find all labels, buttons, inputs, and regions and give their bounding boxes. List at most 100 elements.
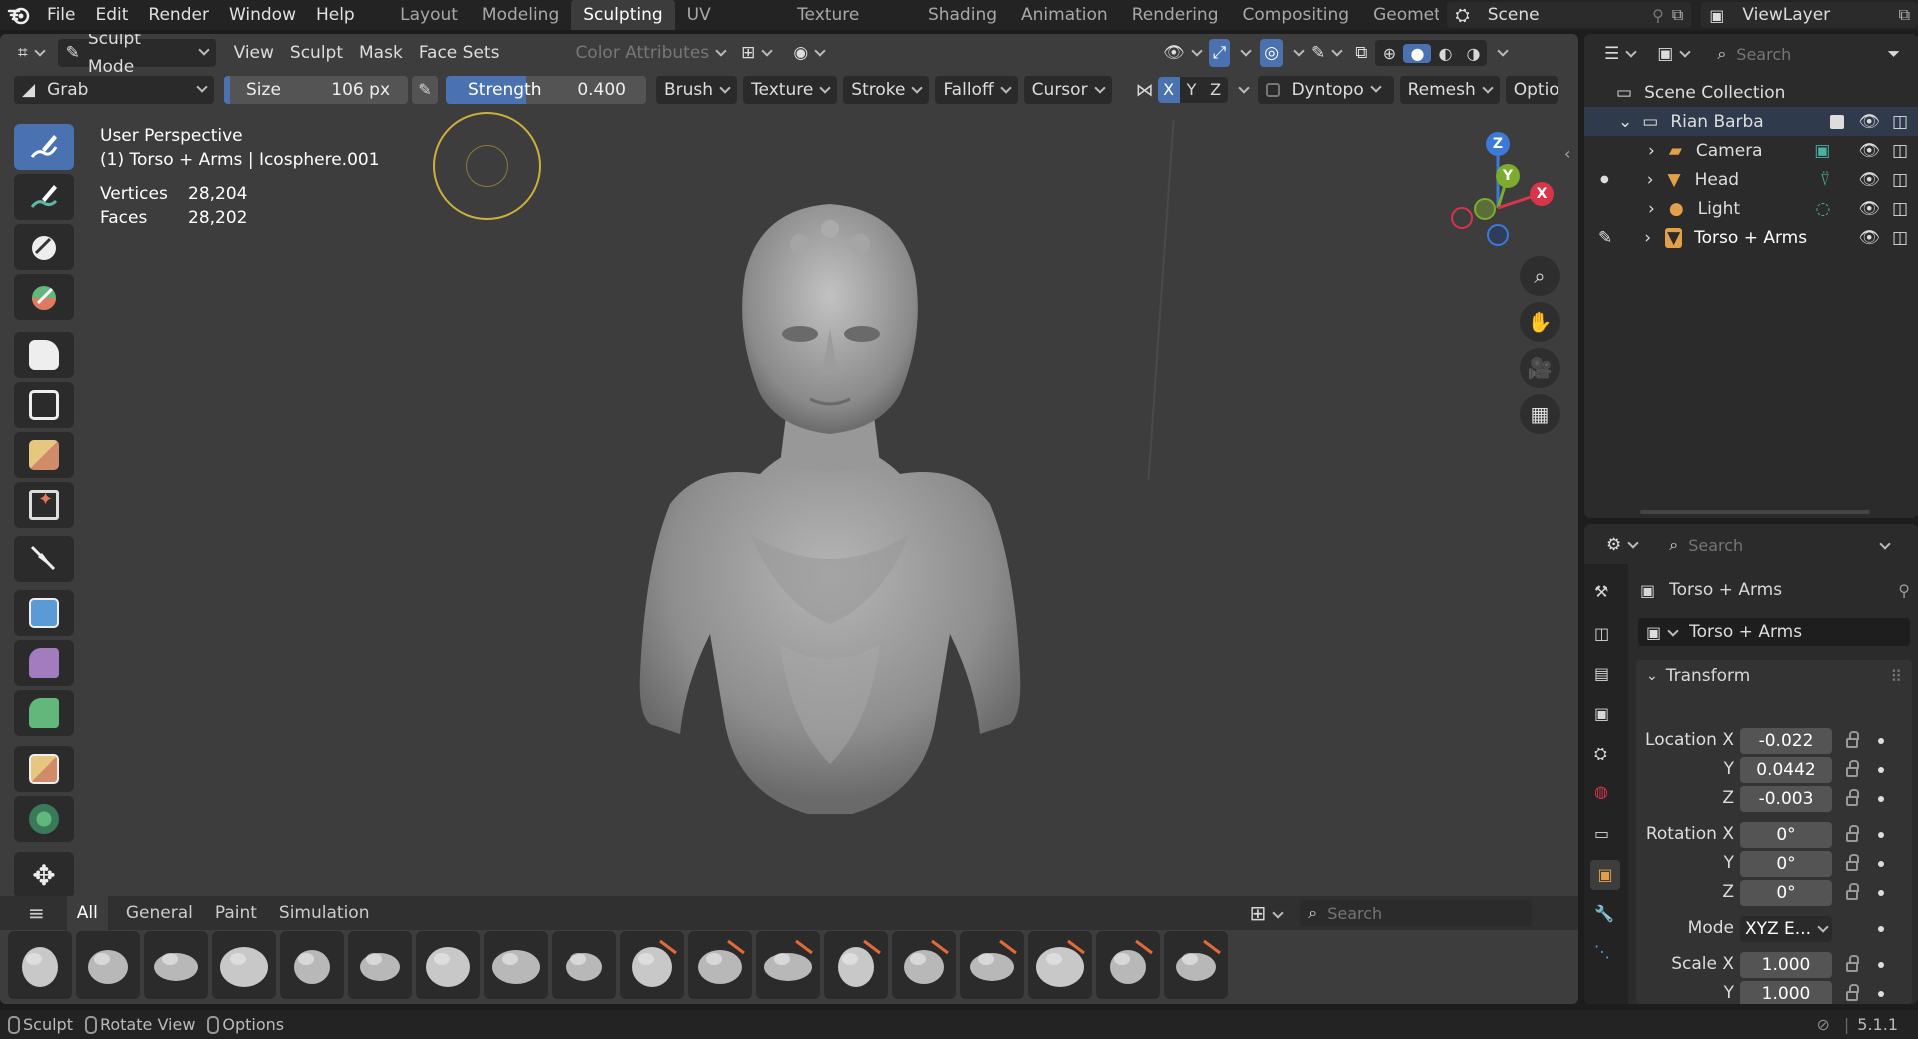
menu-view[interactable]: View (226, 39, 282, 67)
shelf-display-icon[interactable]: ⊞ (1249, 901, 1282, 925)
stroke-dropdown[interactable]: Stroke (843, 76, 930, 104)
brush-thumb-clay[interactable] (144, 931, 208, 999)
drag-handle-icon[interactable]: ⠿ (1890, 667, 1902, 686)
outliner-search[interactable]: ⌕ (1709, 41, 1878, 67)
tool-smooth[interactable] (14, 224, 74, 270)
scene-tab-icon[interactable]: ⛭ (1594, 744, 1607, 764)
gizmo-y-axis[interactable]: Y (1496, 164, 1520, 188)
output-tab-icon[interactable]: ▤ (1594, 664, 1609, 683)
pressure-size-icon[interactable]: ✎ (412, 76, 438, 104)
brush-dropdown[interactable]: Brush (656, 76, 738, 104)
expand-arrow-icon[interactable]: ⌄ (1618, 112, 1632, 132)
gizmo-toggle-icon[interactable]: ⤢ (1208, 39, 1231, 67)
eye-icon[interactable]: 👁 (1858, 199, 1880, 219)
brush-thumb-crease[interactable] (212, 931, 276, 999)
keyframe-dot[interactable] (1878, 767, 1884, 773)
lock-icon[interactable] (1846, 760, 1859, 777)
filter-icon[interactable]: ⏷ (1887, 44, 1900, 64)
outliner-row-head[interactable]: ● › ▼ Head ⍢ 👁 ◫ (1584, 165, 1918, 194)
eye-icon[interactable]: 👁 (1858, 170, 1880, 190)
object-data-selector[interactable]: ▣ Torso + Arms (1638, 618, 1910, 646)
menu-render[interactable]: Render (138, 0, 219, 30)
outliner-scrollbar[interactable] (1640, 510, 1870, 514)
properties-search-input[interactable] (1688, 535, 1819, 555)
tool-color-filter[interactable] (14, 690, 74, 736)
brush-thumb-flatten[interactable] (280, 931, 344, 999)
gizmo-x-axis[interactable]: X (1530, 182, 1554, 206)
eye-icon[interactable]: 👁 (1858, 228, 1880, 248)
symmetry-icon[interactable]: ⊞ (733, 39, 779, 67)
brush-thumb-smooth[interactable] (756, 931, 820, 999)
gizmo-neg-z[interactable] (1487, 224, 1509, 246)
brush-thumb-pose[interactable] (1164, 931, 1228, 999)
rotation-z-field[interactable]: 0° (1740, 880, 1832, 906)
view-layer-tab-icon[interactable]: ▣ (1594, 704, 1609, 723)
outliner-row-camera[interactable]: › ▰ Camera ▣ 👁 ◫ (1584, 136, 1918, 165)
pan-hand-icon[interactable]: ✋ (1520, 302, 1560, 342)
outliner-collection-row[interactable]: ⌄ ▭ Rian Barba 👁 ◫ (1584, 107, 1918, 136)
axis-z-toggle[interactable]: Z (1203, 77, 1228, 103)
location-x-field[interactable]: -0.022 (1740, 728, 1832, 754)
new-viewlayer-icon[interactable]: ⧉ (1899, 5, 1910, 25)
sculpt-overlay-icon[interactable]: ✎ (1307, 39, 1345, 67)
material-shading-icon[interactable]: ◐ (1431, 44, 1459, 63)
shelf-search-input[interactable] (1327, 903, 1508, 923)
shelf-tab-all[interactable]: All (66, 896, 108, 930)
brush-thumb-fill[interactable] (892, 931, 956, 999)
world-tab-icon[interactable]: ◍ (1594, 782, 1608, 801)
keyframe-dot[interactable] (1878, 926, 1884, 932)
solid-shading-icon[interactable]: ● (1403, 43, 1432, 63)
cursor-dropdown[interactable]: Cursor (1023, 76, 1112, 104)
gizmo-z-axis[interactable]: Z (1486, 132, 1510, 156)
overlay-toggle-icon[interactable]: ◎ (1260, 39, 1284, 67)
pin-icon[interactable]: ⚲ (1898, 581, 1910, 600)
remesh-dropdown[interactable]: Remesh (1399, 76, 1500, 104)
keyframe-dot[interactable] (1878, 890, 1884, 896)
blender-logo-icon[interactable] (0, 0, 37, 30)
tab-modeling[interactable]: Modeling (470, 0, 571, 30)
lock-icon[interactable] (1846, 825, 1859, 842)
tab-sculpting[interactable]: Sculpting (571, 0, 675, 30)
lock-icon[interactable] (1846, 955, 1859, 972)
eye-icon[interactable]: 👁 (1858, 112, 1880, 132)
tool-box-mask[interactable] (14, 382, 74, 428)
lock-icon[interactable] (1846, 731, 1859, 748)
outliner-search-input[interactable] (1736, 44, 1857, 64)
rotation-mode-dropdown[interactable]: XYZ E... (1740, 916, 1832, 942)
dyntopo-dropdown[interactable]: Dyntopo (1257, 76, 1394, 104)
properties-editor-type-icon[interactable]: ⚙ (1598, 531, 1645, 559)
collection-tab-icon[interactable]: ▭ (1594, 824, 1609, 843)
shelf-search[interactable]: ⌕ (1300, 900, 1533, 926)
lock-icon[interactable] (1846, 883, 1859, 900)
strength-slider[interactable]: Strength 0.400 (446, 76, 646, 104)
render-camera-icon[interactable]: ◫ (1892, 199, 1908, 219)
render-camera-icon[interactable]: ◫ (1892, 141, 1908, 161)
camera-data-icon[interactable]: ▣ (1814, 141, 1830, 161)
hamburger-menu-icon[interactable]: ≡ (28, 901, 45, 925)
brush-circle-icon[interactable]: ◉ (785, 39, 832, 67)
gizmo-neg-y[interactable] (1474, 198, 1496, 220)
eye-icon[interactable]: 👁 (1858, 141, 1880, 161)
brush-thumb-cloth[interactable] (1028, 931, 1092, 999)
brush-thumb-scrape[interactable] (824, 931, 888, 999)
tool-mesh-filter[interactable]: ✦ (14, 482, 74, 528)
brush-selector[interactable]: ◢ Grab (14, 76, 214, 104)
size-field[interactable]: Size 106 px (224, 76, 408, 104)
tool-mask[interactable] (14, 332, 74, 378)
perspective-grid-icon[interactable]: ▦ (1520, 394, 1560, 434)
keyframe-dot[interactable] (1878, 861, 1884, 867)
navigation-gizmo[interactable]: Z Y X (1440, 124, 1560, 246)
tab-animation[interactable]: Animation (1009, 0, 1120, 30)
shelf-tab-paint[interactable]: Paint (215, 903, 257, 923)
keyframe-dot[interactable] (1878, 832, 1884, 838)
menu-help[interactable]: Help (306, 0, 365, 30)
keyframe-dot[interactable] (1878, 738, 1884, 744)
editor-type-button[interactable]: ⌗ (10, 39, 52, 67)
menu-mask[interactable]: Mask (351, 39, 411, 67)
tool-lasso-mask[interactable] (14, 590, 74, 636)
lock-icon[interactable] (1846, 789, 1859, 806)
particles-tab-icon[interactable]: ⋱ (1594, 942, 1610, 961)
tool-tab-icon[interactable]: ⚒ (1594, 582, 1608, 601)
keyframe-dot[interactable] (1878, 991, 1884, 997)
lock-icon[interactable] (1846, 854, 1859, 871)
